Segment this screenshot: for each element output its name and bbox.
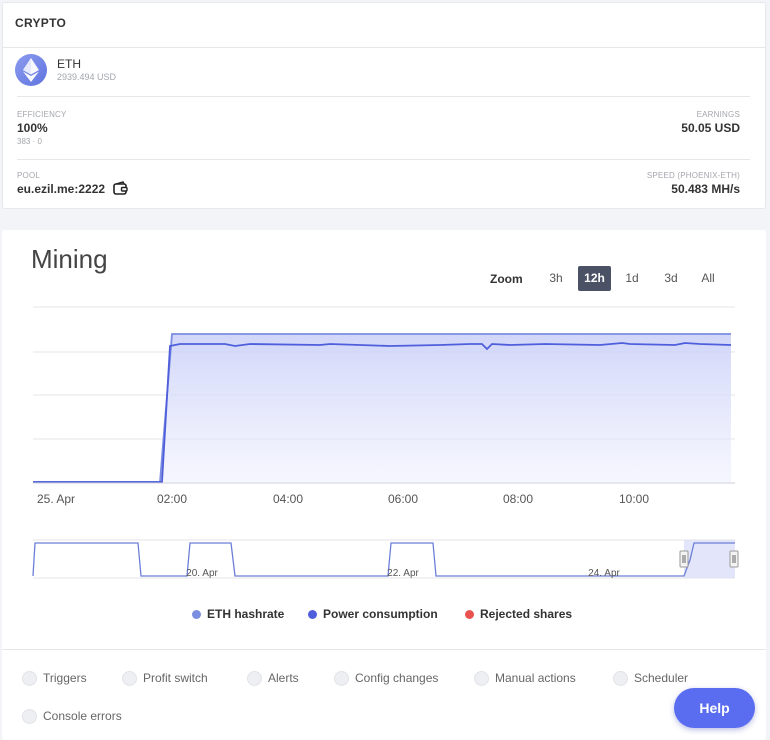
x-tick-label: 02:00 (157, 492, 187, 506)
legend-dot-icon (192, 610, 201, 619)
navigator-tick-label: 24. Apr (588, 568, 620, 579)
radio-icon[interactable] (122, 671, 137, 686)
radio-icon[interactable] (22, 709, 37, 724)
filter-manual-actions[interactable]: Manual actions (474, 671, 576, 686)
radio-icon[interactable] (613, 671, 628, 686)
x-tick-label: 25. Apr (37, 492, 75, 506)
divider (2, 649, 766, 650)
hashrate-area (33, 334, 731, 482)
legend-rejected-shares[interactable]: Rejected shares (465, 607, 572, 621)
radio-icon[interactable] (474, 671, 489, 686)
x-tick-label: 04:00 (273, 492, 303, 506)
x-tick-label: 08:00 (503, 492, 533, 506)
filter-profit-switch[interactable]: Profit switch (122, 671, 208, 686)
navigator-handle-right[interactable] (729, 550, 739, 568)
x-tick-label: 10:00 (619, 492, 649, 506)
legend-dot-icon (308, 610, 317, 619)
legend-power-consumption[interactable]: Power consumption (308, 607, 438, 621)
radio-icon[interactable] (22, 671, 37, 686)
navigator-tick-label: 22. Apr (387, 568, 419, 579)
filter-console-errors[interactable]: Console errors (22, 709, 122, 724)
x-tick-label: 06:00 (388, 492, 418, 506)
legend-dot-icon (465, 610, 474, 619)
radio-icon[interactable] (334, 671, 349, 686)
filter-triggers[interactable]: Triggers (22, 671, 87, 686)
navigator-series (32, 542, 735, 577)
filter-config-changes[interactable]: Config changes (334, 671, 438, 686)
navigator-tick-label: 20. Apr (186, 568, 218, 579)
mining-chart: 25. Apr 02:00 04:00 06:00 08:00 10:00 20… (32, 306, 739, 579)
navigator-selection[interactable] (684, 540, 735, 578)
filter-scheduler[interactable]: Scheduler (613, 671, 688, 686)
navigator-handle-left[interactable] (679, 550, 689, 568)
radio-icon[interactable] (247, 671, 262, 686)
filter-alerts[interactable]: Alerts (247, 671, 299, 686)
help-button[interactable]: Help (674, 688, 755, 728)
legend-eth-hashrate[interactable]: ETH hashrate (192, 607, 284, 621)
